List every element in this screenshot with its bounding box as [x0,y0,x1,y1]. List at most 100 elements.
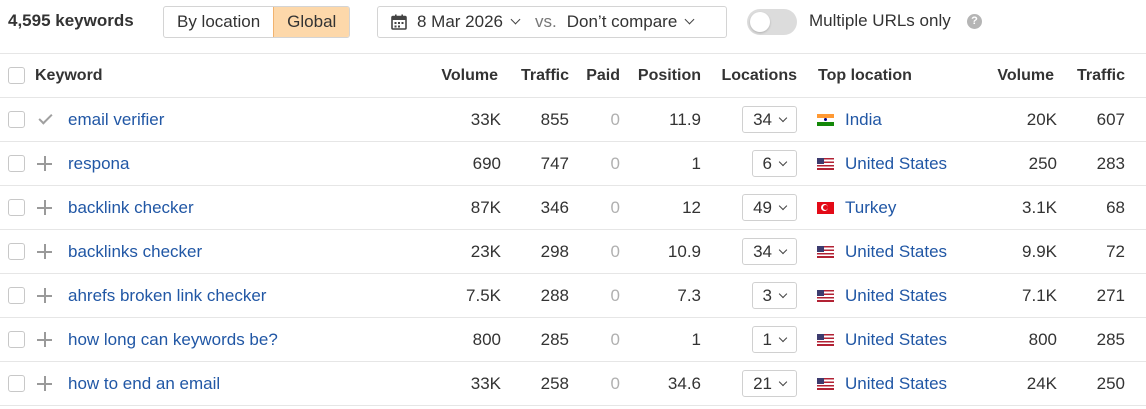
top-location-link[interactable]: Turkey [845,198,896,218]
location-volume-value: 3.1K [1022,197,1057,217]
header-location-traffic[interactable]: Traffic [1077,54,1125,97]
location-traffic-value: 285 [1096,329,1125,349]
toggle-knob [750,12,770,32]
locations-dropdown[interactable]: 34 [742,106,797,133]
paid-value: 0 [610,241,620,261]
plus-icon[interactable] [37,376,52,391]
table-row: how long can keywords be? 800 285 0 1 1 United… [0,318,1146,362]
header-position[interactable]: Position [638,54,701,97]
keyword-link[interactable]: backlinks checker [68,242,202,262]
check-icon [38,110,53,125]
keyword-link[interactable]: how long can keywords be? [68,330,278,350]
plus-icon[interactable] [37,244,52,259]
help-icon[interactable]: ? [967,14,982,29]
position-value: 12 [682,197,701,217]
plus-icon[interactable] [37,332,52,347]
location-traffic-value: 68 [1106,197,1125,217]
plus-icon[interactable] [37,156,52,171]
locations-dropdown[interactable]: 6 [751,150,797,177]
header-location-volume[interactable]: Volume [997,54,1054,97]
location-volume-value: 250 [1028,153,1057,173]
plus-icon[interactable] [37,200,52,215]
locations-dropdown[interactable]: 3 [751,282,797,309]
locations-count: 49 [753,197,772,217]
traffic-value[interactable]: 855 [541,110,569,130]
row-checkbox[interactable] [8,243,25,260]
row-checkbox[interactable] [8,199,25,216]
locations-dropdown[interactable]: 1 [751,326,797,353]
row-checkbox[interactable] [8,375,25,392]
row-checkbox[interactable] [8,155,25,172]
locations-count: 3 [762,285,772,305]
compare-label: Don’t compare [566,12,678,31]
position-value: 11.9 [669,109,701,129]
scope-global-button[interactable]: Global [273,7,350,37]
paid-value: 0 [610,197,620,217]
locations-dropdown[interactable]: 34 [742,238,797,265]
keyword-link[interactable]: backlink checker [68,198,194,218]
location-volume-value: 9.9K [1022,241,1057,261]
keyword-count: 4,595 keywords [8,11,134,30]
keyword-link[interactable]: ahrefs broken link checker [68,286,266,306]
position-value: 34.6 [667,373,701,393]
traffic-value[interactable]: 346 [541,198,569,218]
keyword-link[interactable]: email verifier [68,110,164,130]
position-value: 7.3 [677,285,701,305]
chevron-down-icon [684,14,695,24]
locations-count: 34 [753,109,772,129]
scope-by-location-button[interactable]: By location [164,7,273,37]
table-row: email verifier 33K 855 0 11.9 34 India 20K 607 [0,98,1146,142]
header-volume[interactable]: Volume [441,54,498,97]
top-location-link[interactable]: United States [845,286,947,306]
flag-us-icon [817,157,834,170]
row-checkbox[interactable] [8,287,25,304]
locations-dropdown[interactable]: 49 [742,194,797,221]
volume-value: 87K [470,197,501,217]
paid-value: 0 [610,329,620,349]
keyword-link[interactable]: respona [68,154,129,174]
traffic-value[interactable]: 747 [541,154,569,174]
locations-count: 1 [762,329,772,349]
location-volume-value: 7.1K [1022,285,1057,305]
date-label: 8 Mar 2026 [417,12,503,31]
multiple-urls-toggle[interactable] [747,9,797,35]
header-paid[interactable]: Paid [586,54,620,97]
paid-value: 0 [610,153,620,173]
traffic-value[interactable]: 288 [541,286,569,306]
top-location-link[interactable]: United States [845,154,947,174]
header-locations[interactable]: Locations [721,54,797,97]
flag-us-icon [817,289,834,302]
flag-us-icon [817,377,834,390]
location-traffic-value: 283 [1096,153,1125,173]
header-keyword[interactable]: Keyword [35,54,103,97]
header-top-location[interactable]: Top location [818,54,912,97]
top-location-link[interactable]: United States [845,330,947,350]
location-volume-value: 800 [1028,329,1057,349]
calendar-icon [391,14,407,30]
location-volume-value: 20K [1026,109,1057,129]
traffic-value[interactable]: 258 [541,374,569,394]
paid-value: 0 [610,373,620,393]
header-traffic[interactable]: Traffic [521,54,569,97]
row-checkbox[interactable] [8,331,25,348]
traffic-value[interactable]: 285 [541,330,569,350]
row-checkbox[interactable] [8,111,25,128]
chevron-down-icon [778,157,788,166]
flag-us-icon [817,245,834,258]
paid-value: 0 [610,285,620,305]
volume-value: 33K [470,109,501,129]
keyword-link[interactable]: how to end an email [68,374,220,394]
top-location-link[interactable]: India [845,110,882,130]
top-location-link[interactable]: United States [845,242,947,262]
plus-icon[interactable] [37,288,52,303]
location-traffic-value: 271 [1096,285,1125,305]
select-all-checkbox[interactable] [8,67,25,84]
position-value: 1 [691,329,701,349]
volume-value: 800 [472,329,501,349]
date-compare-selector[interactable]: 8 Mar 2026 vs. Don’t compare [377,6,727,38]
locations-count: 34 [753,241,772,261]
locations-count: 6 [762,153,772,173]
locations-dropdown[interactable]: 21 [742,370,797,397]
top-location-link[interactable]: United States [845,374,947,394]
traffic-value[interactable]: 298 [541,242,569,262]
